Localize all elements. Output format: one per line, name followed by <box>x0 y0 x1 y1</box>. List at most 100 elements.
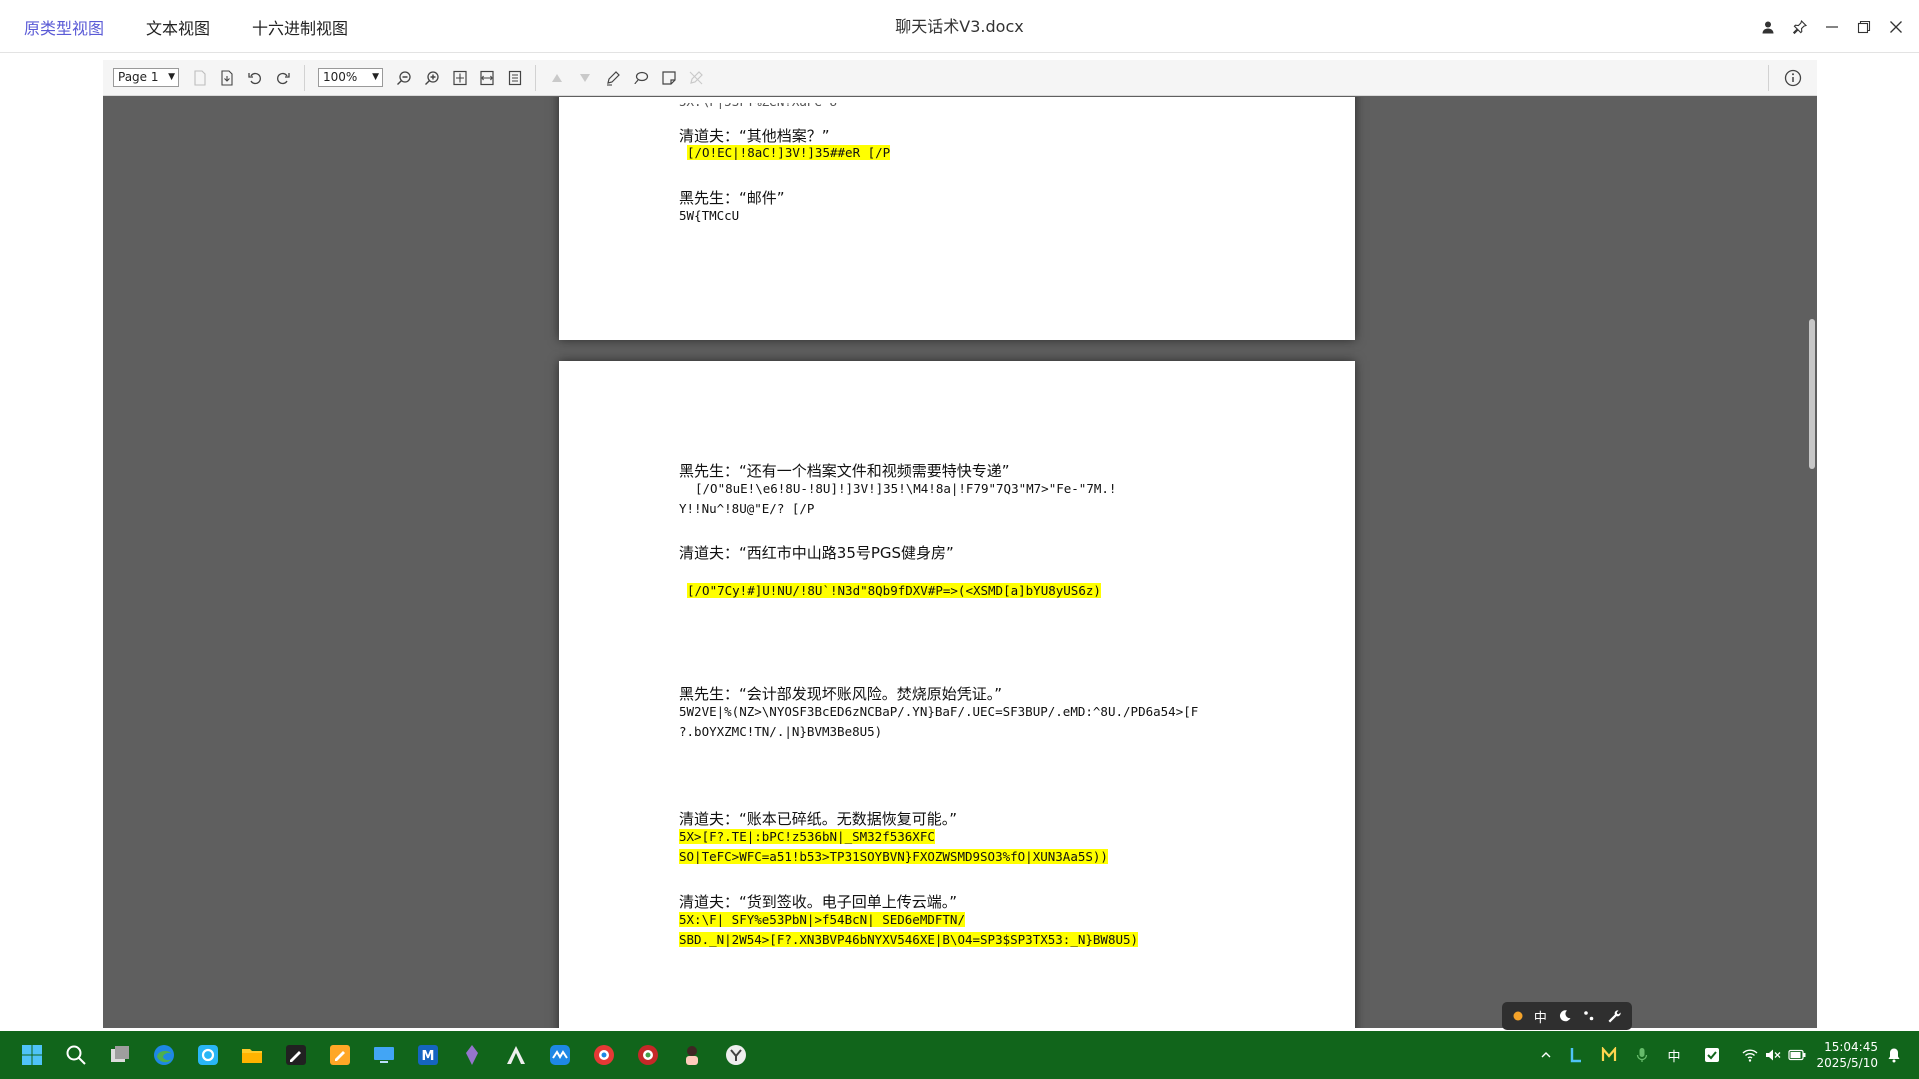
rotate-left-icon[interactable] <box>244 67 266 89</box>
close-button[interactable] <box>1887 18 1905 36</box>
restore-button[interactable] <box>1855 18 1873 36</box>
monitor-app-icon[interactable] <box>370 1041 398 1069</box>
highlighted-text: SO|TeFC>WFC=a51!b53>TP31SOYBVN}FXOZWSMD9… <box>679 849 1108 864</box>
tray-m-app-icon[interactable] <box>1598 1031 1620 1079</box>
tray-l-app-icon[interactable] <box>1566 1031 1586 1079</box>
m-app-icon[interactable]: M <box>414 1041 442 1069</box>
game-app-icon-2[interactable] <box>634 1041 662 1069</box>
page-text-line: 5X>[F?.TE|:bPC!z536bN|_SM32f536XFC <box>679 829 935 844</box>
actual-size-icon[interactable] <box>504 67 526 89</box>
crystal-app-icon[interactable] <box>458 1041 486 1069</box>
game-app-icon-1[interactable] <box>590 1041 618 1069</box>
page-text-line: Y!!Nu^!8U@"E/? [/P <box>679 501 815 516</box>
fit-width-icon[interactable] <box>476 67 498 89</box>
document-canvas: 5X:\F|5SFY%ZeN?XaPe^8 清道夫：“其他档案？” [/O!EC… <box>103 97 1817 1028</box>
ime-status-dot-icon <box>1513 1011 1523 1021</box>
wrench-icon[interactable] <box>1607 1009 1621 1023</box>
tray-check-app-icon[interactable] <box>1700 1031 1724 1079</box>
highlighted-text: [/O"7Cy!#]U!NU/!8U`!N3d"8Qb9fDXV#P=>(<XS… <box>687 583 1101 598</box>
blank-page-icon[interactable] <box>189 67 211 89</box>
punctuation-icon[interactable] <box>1582 1009 1596 1023</box>
page-text-line: 清道夫：“账本已碎纸。无数据恢复可能。” <box>679 810 958 828</box>
tab-original-view[interactable]: 原类型视图 <box>24 15 104 39</box>
page-text-line: 5X:\F|5SFY%ZeN?XaPe^8 <box>679 97 838 109</box>
page-text-line: 清道夫：“其他档案？” <box>679 127 830 145</box>
start-button-icon[interactable] <box>18 1041 46 1069</box>
title-bar: 原类型视图 文本视图 十六进制视图 聊天话术V3.docx <box>0 0 1919 53</box>
toolbar-divider <box>304 65 305 91</box>
viewer-toolbar: Page 1 ▼ 100% ▼ <box>103 60 1817 96</box>
edge-browser-icon[interactable] <box>150 1041 178 1069</box>
pen-icon[interactable] <box>602 67 624 89</box>
page-select-value: Page 1 <box>118 70 159 84</box>
window-controls <box>1759 0 1905 53</box>
minimize-button[interactable] <box>1823 18 1841 36</box>
svg-text:M: M <box>422 1049 435 1064</box>
tray-input-language[interactable]: 中 <box>1662 1031 1686 1079</box>
rotate-right-icon[interactable] <box>272 67 294 89</box>
pin-icon[interactable] <box>1791 18 1809 36</box>
moon-icon[interactable] <box>1558 1009 1572 1023</box>
info-icon[interactable] <box>1782 67 1804 89</box>
zoom-in-icon[interactable] <box>421 67 443 89</box>
zoom-select-value: 100% <box>323 70 358 84</box>
character-app-icon[interactable] <box>678 1041 706 1069</box>
quick-app-icon[interactable] <box>194 1041 222 1069</box>
page-text-line: SBD._N|2W54>[F?.XN3BVP46bNYXV546XE|B\O4=… <box>679 932 1139 947</box>
tray-battery-icon[interactable] <box>1786 1031 1808 1079</box>
save-page-icon[interactable] <box>216 67 238 89</box>
document-page-1: 5X:\F|5SFY%ZeN?XaPe^8 清道夫：“其他档案？” [/O!EC… <box>559 97 1355 340</box>
clock-date: 2025/5/10 <box>1816 1056 1878 1070</box>
clock-time: 15:04:45 <box>1824 1040 1878 1054</box>
note-icon[interactable] <box>658 67 680 89</box>
tray-wifi-icon[interactable] <box>1740 1031 1760 1079</box>
previous-page-icon[interactable] <box>546 67 568 89</box>
next-page-icon[interactable] <box>574 67 596 89</box>
tab-text-view[interactable]: 文本视图 <box>146 15 210 39</box>
view-tabs: 原类型视图 文本视图 十六进制视图 <box>24 0 348 53</box>
tray-microphone-icon[interactable] <box>1632 1031 1652 1079</box>
notes-app-icon[interactable] <box>326 1041 354 1069</box>
page-text-line: [/O"8uE!\e6!8U-!8U]!]3V!]35!\M4!8a|!F79"… <box>695 481 1117 496</box>
page-select[interactable]: Page 1 ▼ <box>113 68 179 87</box>
highlighted-text: [/O!EC|!8aC!]3V!]35##eR [/P <box>687 145 891 160</box>
clock-app-icon[interactable] <box>722 1041 750 1069</box>
vertical-scrollbar-thumb[interactable] <box>1809 319 1815 469</box>
pen-app-icon[interactable] <box>282 1041 310 1069</box>
lasso-icon[interactable] <box>630 67 652 89</box>
page-text-line: SO|TeFC>WFC=a51!b53>TP31SOYBVN}FXOZWSMD9… <box>679 849 1108 864</box>
fit-page-icon[interactable] <box>449 67 471 89</box>
highlighted-text: SBD._N|2W54>[F?.XN3BVP46bNYXV546XE|B\O4=… <box>679 932 1139 947</box>
user-icon[interactable] <box>1759 18 1777 36</box>
chevron-down-icon: ▼ <box>168 72 175 82</box>
a-app-icon[interactable] <box>502 1041 530 1069</box>
page-text-line: ?.bOYXZMC!TN/.|N}BVM3Be8U5) <box>679 724 883 739</box>
file-explorer-icon[interactable] <box>238 1041 266 1069</box>
tray-chevron-up-icon[interactable] <box>1536 1031 1556 1079</box>
page-text-line: 黑先生：“邮件” <box>679 189 785 207</box>
page-text-line: 5W2VE|%(NZ>\NYOSF3BcED6zNCBaP/.YN}BaF/.U… <box>679 704 1199 719</box>
chevron-down-icon: ▼ <box>372 72 379 82</box>
app-window: 原类型视图 文本视图 十六进制视图 聊天话术V3.docx Page 1 ▼ 1… <box>0 0 1919 1079</box>
page-text-line: 黑先生：“会计部发现坏账风险。焚烧原始凭证。” <box>679 685 1003 703</box>
toolbar-divider <box>535 65 536 91</box>
wave-app-icon[interactable] <box>546 1041 574 1069</box>
windows-taskbar: M 中 15:04:45 2025/5/10 <box>0 1031 1919 1079</box>
ime-toolbar: 中 <box>1502 1002 1632 1030</box>
search-icon[interactable] <box>62 1041 90 1069</box>
tab-hex-view[interactable]: 十六进制视图 <box>252 15 348 39</box>
toolbar-divider <box>1768 65 1769 91</box>
eraser-icon[interactable] <box>685 67 707 89</box>
taskbar-clock[interactable]: 15:04:45 2025/5/10 <box>1808 1039 1878 1071</box>
zoom-select[interactable]: 100% ▼ <box>318 68 383 87</box>
highlighted-text: 5X>[F?.TE|:bPC!z536bN|_SM32f536XFC <box>679 829 935 844</box>
notification-bell-icon[interactable] <box>1882 1031 1906 1079</box>
zoom-out-icon[interactable] <box>393 67 415 89</box>
tray-volume-muted-icon[interactable] <box>1763 1031 1783 1079</box>
ime-mode-toggle[interactable]: 中 <box>1534 1007 1547 1026</box>
page-text-line: 清道夫：“西红市中山路35号PGS健身房” <box>679 544 954 562</box>
document-viewer: Page 1 ▼ 100% ▼ 5X:\F|5SFY%ZeN?XaPe^8 清道… <box>103 60 1817 1028</box>
task-view-icon[interactable] <box>106 1041 134 1069</box>
page-text-line: [/O"7Cy!#]U!NU/!8U`!N3d"8Qb9fDXV#P=>(<XS… <box>687 583 1101 598</box>
highlighted-text: 5X:\F| SFY%e53PbN|>f54BcN| SED6eMDFTN/ <box>679 912 965 927</box>
